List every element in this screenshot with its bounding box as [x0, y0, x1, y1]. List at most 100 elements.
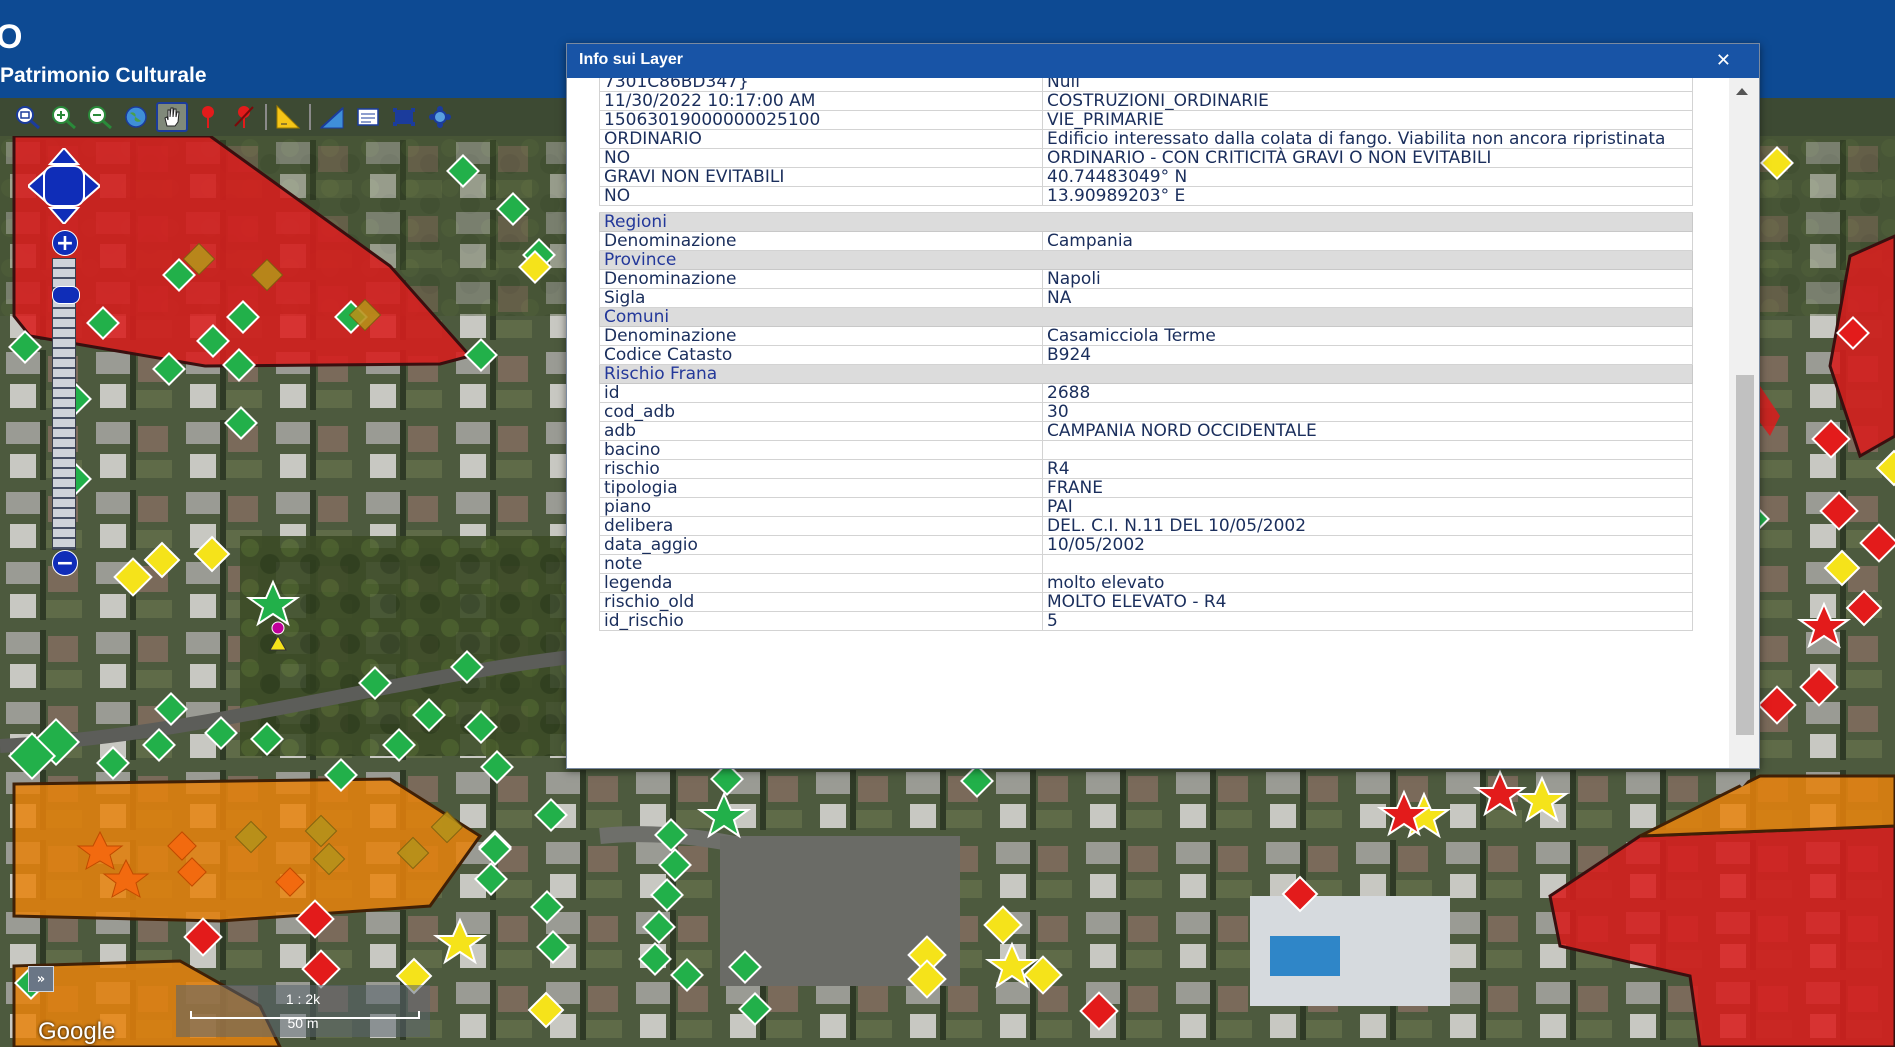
zoom-in-button[interactable]: +	[52, 230, 78, 256]
attribute-name: 15063019000000025100	[599, 110, 1043, 130]
table-row: Denominazione Campania	[599, 231, 1693, 251]
attribute-name: data_aggio	[599, 535, 1043, 555]
section-header: Comuni	[599, 307, 1693, 327]
attribute-value: R4	[1042, 459, 1693, 479]
table-row: GRAVI NON EVITABILI 40.74483049° N	[599, 167, 1693, 187]
attribute-name: Denominazione	[599, 269, 1043, 289]
attribute-value: Casamicciola Terme	[1042, 326, 1693, 346]
place-marker-icon[interactable]	[192, 102, 224, 132]
dialog-scrollbar[interactable]	[1729, 78, 1759, 787]
attribute-value: Campania	[1042, 231, 1693, 251]
layers-icon[interactable]	[424, 102, 456, 132]
toolbar-divider	[309, 104, 311, 130]
zoom-in-icon[interactable]	[48, 102, 80, 132]
legend-icon[interactable]	[352, 102, 384, 132]
table-row: bacino	[599, 440, 1693, 460]
attribute-name: Codice Catasto	[599, 345, 1043, 365]
expand-panel-button[interactable]: »	[28, 966, 54, 992]
zoom-out-icon[interactable]	[84, 102, 116, 132]
toolbar-divider	[265, 104, 267, 130]
table-spacer-cell	[599, 205, 1693, 213]
pan-control[interactable]	[26, 146, 102, 228]
table-row: ORDINARIO Edificio interessato dalla cola…	[599, 129, 1693, 149]
attribute-name: id	[599, 383, 1043, 403]
zoom-out-button[interactable]: −	[52, 550, 78, 576]
scroll-down-icon[interactable]	[1736, 780, 1748, 787]
pan-up-icon	[47, 146, 81, 165]
attribute-value: FRANE	[1042, 478, 1693, 498]
attribute-value: CAMPANIA NORD OCCIDENTALE	[1042, 421, 1693, 441]
layer-info-dialog: Info sui Layer ✕ 7301C86BD347} Null 11/30/…	[566, 43, 1760, 787]
attribute-name: legenda	[599, 573, 1043, 593]
app-logo-letter: O	[0, 18, 23, 56]
scale-bar: 1 : 2k 50 m	[176, 985, 430, 1037]
table-row: tipologia FRANE	[599, 478, 1693, 498]
table-row: Codice Catasto B924	[599, 345, 1693, 365]
attribute-value: 10/05/2002	[1042, 535, 1693, 555]
attribute-name: piano	[599, 497, 1043, 517]
measure-area-icon[interactable]	[316, 102, 348, 132]
attribute-name: adb	[599, 421, 1043, 441]
table-row: Denominazione Napoli	[599, 269, 1693, 289]
table-row: adb CAMPANIA NORD OCCIDENTALE	[599, 421, 1693, 441]
table-row: 11/30/2022 10:17:00 AM COSTRUZIONI_ORDINA…	[599, 91, 1693, 111]
attribute-name: tipologia	[599, 478, 1043, 498]
scale-distance: 50 m	[287, 1015, 319, 1031]
attribute-name: note	[599, 554, 1043, 574]
attribute-name: 7301C86BD347}	[599, 78, 1043, 92]
table-row: Denominazione Casamicciola Terme	[599, 326, 1693, 346]
attribute-name: ORDINARIO	[599, 129, 1043, 149]
attribute-value: VIE_PRIMARIE	[1042, 110, 1693, 130]
section-title: Comuni	[599, 307, 1693, 327]
pan-left-icon	[26, 169, 45, 203]
attribute-value	[1042, 554, 1693, 574]
table-row: cod_adb 30	[599, 402, 1693, 422]
attribute-name: id_rischio	[599, 611, 1043, 631]
remove-marker-icon[interactable]	[228, 102, 260, 132]
table-row: data_aggio 10/05/2002	[599, 535, 1693, 555]
scale-ratio: 1 : 2k	[285, 991, 321, 1007]
pan-hand-icon[interactable]	[156, 102, 188, 132]
table-row: Sigla NA	[599, 288, 1693, 308]
attribute-name: bacino	[599, 440, 1043, 460]
attribute-value: PAI	[1042, 497, 1693, 517]
table-row: 15063019000000025100 VIE_PRIMARIE	[599, 110, 1693, 130]
attribute-value: DEL. C.I. N.11 DEL 10/05/2002	[1042, 516, 1693, 536]
attribute-value: Napoli	[1042, 269, 1693, 289]
section-header: Province	[599, 250, 1693, 270]
attribute-value: molto elevato	[1042, 573, 1693, 593]
scroll-up-icon[interactable]	[1736, 88, 1748, 95]
table-row: note	[599, 554, 1693, 574]
attribute-name: delibera	[599, 516, 1043, 536]
attribute-value: 5	[1042, 611, 1693, 631]
attribute-name: cod_adb	[599, 402, 1043, 422]
table-row: rischio_old MOLTO ELEVATO - R4	[599, 592, 1693, 612]
attribute-value: 30	[1042, 402, 1693, 422]
close-icon[interactable]: ✕	[1716, 50, 1731, 71]
app-subtitle: Patrimonio Culturale	[0, 64, 207, 87]
select-icon[interactable]	[388, 102, 420, 132]
layer-attribute-table: 7301C86BD347} Null 11/30/2022 10:17:00 AM C…	[599, 78, 1693, 631]
zoom-box-icon[interactable]	[12, 102, 44, 132]
attribute-name: Denominazione	[599, 326, 1043, 346]
pan-right-icon	[83, 169, 102, 203]
dialog-titlebar[interactable]: Info sui Layer ✕	[567, 44, 1759, 78]
section-title: Province	[599, 250, 1693, 270]
dialog-title: Info sui Layer	[579, 51, 684, 68]
dialog-content[interactable]: 7301C86BD347} Null 11/30/2022 10:17:00 AM C…	[599, 78, 1717, 750]
measure-icon[interactable]	[272, 102, 304, 132]
attribute-value: MOLTO ELEVATO - R4	[1042, 592, 1693, 612]
section-title: Rischio Frana	[599, 364, 1693, 384]
zoom-slider-handle[interactable]	[52, 286, 80, 304]
table-row: id_rischio 5	[599, 611, 1693, 631]
attribute-value: ORDINARIO - CON CRITICITÀ GRAVI O NON EV…	[1042, 148, 1693, 168]
attribute-name: Denominazione	[599, 231, 1043, 251]
section-header: Regioni	[599, 212, 1693, 232]
attribute-name: NO	[599, 148, 1043, 168]
attribute-value: COSTRUZIONI_ORDINARIE	[1042, 91, 1693, 111]
attribute-value: Edificio interessato dalla colata di fan…	[1042, 129, 1693, 149]
attribute-value: NA	[1042, 288, 1693, 308]
scroll-thumb[interactable]	[1736, 375, 1754, 735]
table-row: id 2688	[599, 383, 1693, 403]
globe-icon[interactable]	[120, 102, 152, 132]
